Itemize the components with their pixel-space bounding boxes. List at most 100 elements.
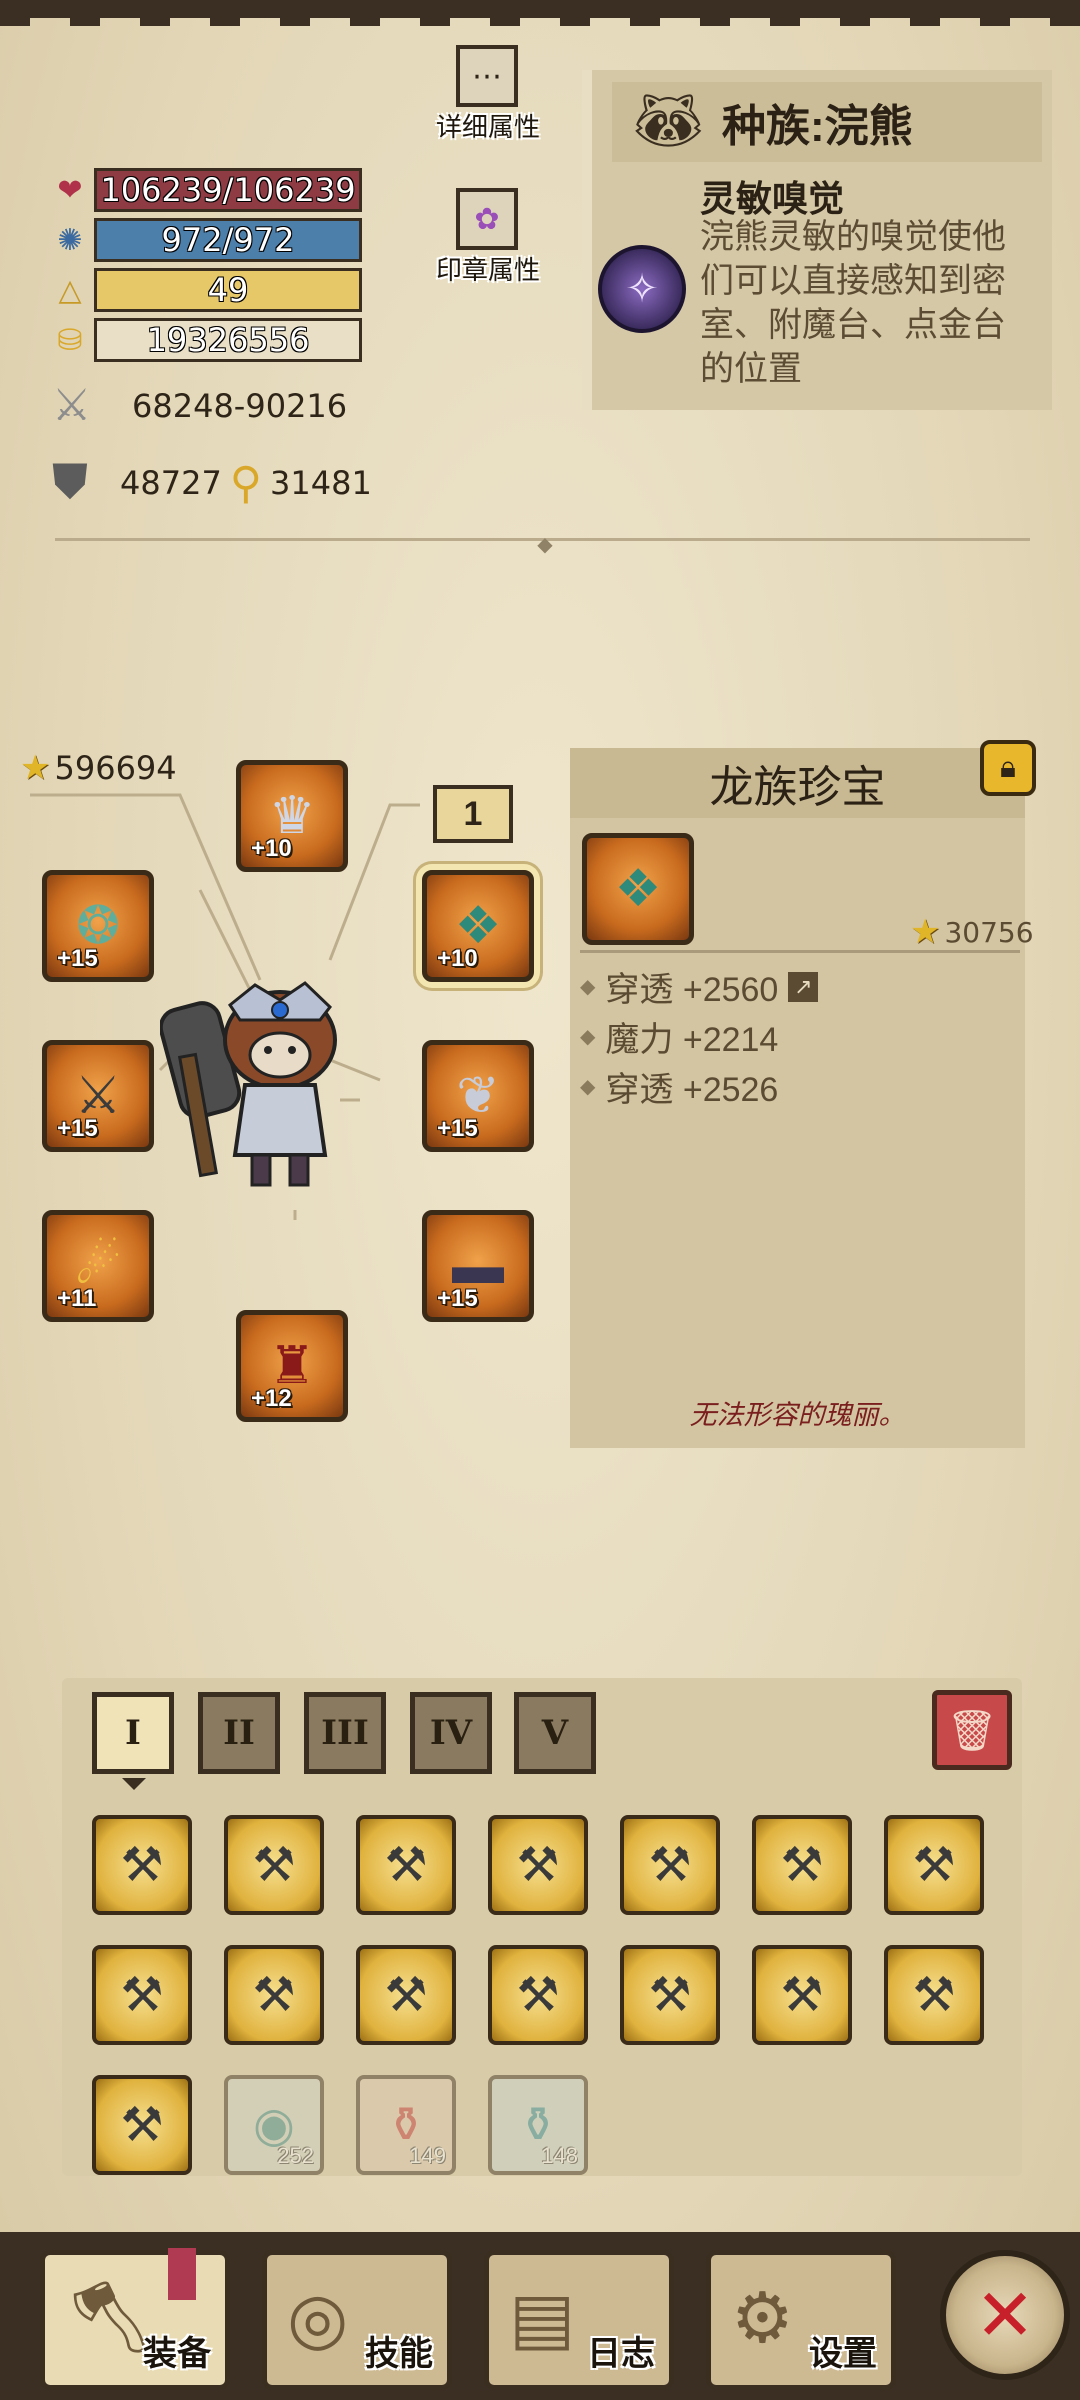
close-icon[interactable]: ✕ (940, 2250, 1070, 2380)
detail-attr-label: 详细属性 (435, 112, 540, 142)
bookmark-ribbon (168, 2248, 196, 2300)
heart-icon: ❤ (57, 173, 83, 207)
top-frame (0, 0, 1080, 18)
equip-slot-amulet[interactable]: ❖ +10 (422, 870, 534, 982)
inventory-item-red-potion[interactable]: ⚱ 149 (356, 2075, 456, 2175)
skill-ring-icon: ◎ (287, 2279, 349, 2357)
slot-level: +10 (251, 835, 292, 862)
star-icon: ★ (910, 913, 941, 951)
scroll-icon: ▤ (509, 2279, 576, 2357)
weapon-pack-icon: ⚒ (252, 1969, 296, 2022)
attack-value: 68248-90216 (132, 386, 348, 425)
inventory-item-weapon-pack[interactable]: ⚒ (884, 1945, 984, 2045)
defense-value: 48727 (120, 464, 222, 502)
inventory-item-weapon-pack[interactable]: ⚒ (620, 1815, 720, 1915)
hp-bar: 106239/106239 (94, 168, 362, 212)
inventory-item-weapon-pack[interactable]: ⚒ (92, 2075, 192, 2175)
enchant-arrow-icon[interactable]: ↗ (788, 971, 819, 1002)
attr-text: 穿透 +2560 (605, 971, 779, 1009)
shield-icon: ⛊ (52, 456, 89, 509)
weapon-pack-icon: ⚒ (516, 1969, 560, 2022)
item-count: 148 (541, 2143, 578, 2168)
seal-attr-button[interactable]: ✿ 印章属性 (428, 188, 548, 287)
slot-level: +11 (57, 1285, 97, 1312)
gold-coins-icon: ⛁ (57, 323, 83, 357)
weapon-pack-icon: ⚒ (120, 2099, 164, 2152)
magic-power-value: 31481 (270, 464, 372, 502)
equip-slot-belt[interactable]: ▬ +15 (422, 1210, 534, 1322)
item-count: 252 (277, 2143, 314, 2168)
raccoon-hero-character[interactable] (160, 965, 370, 1195)
tier-badge: 1 (433, 785, 513, 843)
crossed-swords-icon: ⚔ (52, 381, 92, 430)
race-header: 🦝︎ 种族:浣熊 (612, 82, 1042, 162)
magic-staff-icon: ⚲ (229, 458, 263, 508)
flower-seal-icon: ✿ (456, 188, 518, 250)
inventory-tab-3[interactable]: III (304, 1692, 386, 1774)
inventory-item-blue-potion[interactable]: ⚱ 148 (488, 2075, 588, 2175)
inventory-item-eye-scroll[interactable]: ◉ 252 (224, 2075, 324, 2175)
equip-slot-boots[interactable]: ♜ +12 (236, 1310, 348, 1422)
inventory-item-weapon-pack[interactable]: ⚒ (92, 1815, 192, 1915)
item-count: 149 (409, 2143, 446, 2168)
equip-slot-shoulder[interactable]: ❦ +15 (422, 1040, 534, 1152)
nav-log-button[interactable]: ▤ 日志 (484, 2250, 674, 2390)
active-tab-pointer (122, 1778, 146, 1790)
nav-equip-button[interactable]: 🪓︎ 装备 (40, 2250, 230, 2390)
diamond-bullet-icon: ◆ (580, 1076, 596, 1098)
weapon-pack-icon: ⚒ (516, 1839, 560, 1892)
inventory-item-weapon-pack[interactable]: ⚒ (356, 1945, 456, 2045)
weapon-pack-icon: ⚒ (120, 1839, 164, 1892)
slot-level: +15 (437, 1285, 478, 1312)
inventory-item-weapon-pack[interactable]: ⚒ (884, 1815, 984, 1915)
inventory-item-weapon-pack[interactable]: ⚒ (356, 1815, 456, 1915)
inventory-item-weapon-pack[interactable]: ⚒ (620, 1945, 720, 2045)
item-detail-icon: ❖ (582, 833, 694, 945)
item-attr-2: ◆ 魔力 +2214 (580, 1012, 778, 1061)
item-attr-3: ◆ 穿透 +2526 (580, 1062, 778, 1111)
lock-icon[interactable]: 🔒︎ (980, 740, 1036, 796)
diamond-bullet-icon: ◆ (580, 976, 596, 998)
raccoon-skill-icon[interactable]: ✧ (598, 245, 686, 333)
weapon-pack-icon: ⚒ (912, 1839, 956, 1892)
inventory-item-weapon-pack[interactable]: ⚒ (92, 1945, 192, 2045)
race-title: 种族:浣熊 (722, 102, 913, 151)
level-triangle-icon: △ (58, 273, 82, 307)
inventory-item-weapon-pack[interactable]: ⚒ (488, 1815, 588, 1915)
item-score: ★ 30756 (910, 912, 1034, 952)
slot-level: +12 (251, 1385, 292, 1412)
item-attr-1: ◆ 穿透 +2560 ↗ (580, 962, 819, 1011)
inventory-tab-1[interactable]: I (92, 1692, 174, 1774)
inventory-item-weapon-pack[interactable]: ⚒ (224, 1815, 324, 1915)
inventory-item-weapon-pack[interactable]: ⚒ (224, 1945, 324, 2045)
skill-description: 浣熊灵敏的嗅觉使他们可以直接感知到密室、附魔台、点金台的位置 (700, 218, 1006, 388)
attack-row: ⚔ 68248-90216 (52, 380, 347, 431)
nav-skill-label: 技能 (365, 2335, 433, 2373)
inventory-item-weapon-pack[interactable]: ⚒ (752, 1815, 852, 1915)
trash-icon[interactable]: 🗑︎ (932, 1690, 1012, 1770)
mana-icon: ✺ (57, 223, 83, 257)
nav-settings-button[interactable]: ⚙ 设置 (706, 2250, 896, 2390)
level-row: △ 49 (50, 268, 362, 312)
gold-bar: 19326556 (94, 318, 362, 362)
inventory-tab-5[interactable]: V (514, 1692, 596, 1774)
raccoon-icon: 🦝︎ (634, 91, 703, 151)
inventory-tab-2[interactable]: II (198, 1692, 280, 1774)
hp-row: ❤ 106239/106239 (50, 168, 362, 212)
mp-bar: 972/972 (94, 218, 362, 262)
nav-log-label: 日志 (587, 2335, 655, 2373)
nav-skill-button[interactable]: ◎ 技能 (262, 2250, 452, 2390)
inventory-item-weapon-pack[interactable]: ⚒ (752, 1945, 852, 2045)
weapon-pack-icon: ⚒ (648, 1839, 692, 1892)
attr-text: 魔力 +2214 (605, 1021, 779, 1059)
detail-attr-button[interactable]: ⋯ 详细属性 (428, 45, 548, 144)
equip-slot-bracer[interactable]: ☄ +11 (42, 1210, 154, 1322)
nav-equip-label: 装备 (143, 2335, 211, 2373)
equip-slot-weapon[interactable]: ⚔ +15 (42, 1040, 154, 1152)
top-frame-edge (0, 18, 1080, 26)
equip-slot-ring[interactable]: ❂ +15 (42, 870, 154, 982)
inventory-tab-4[interactable]: IV (410, 1692, 492, 1774)
equip-slot-helmet[interactable]: ♛ +10 (236, 760, 348, 872)
weapon-pack-icon: ⚒ (252, 1839, 296, 1892)
inventory-item-weapon-pack[interactable]: ⚒ (488, 1945, 588, 2045)
